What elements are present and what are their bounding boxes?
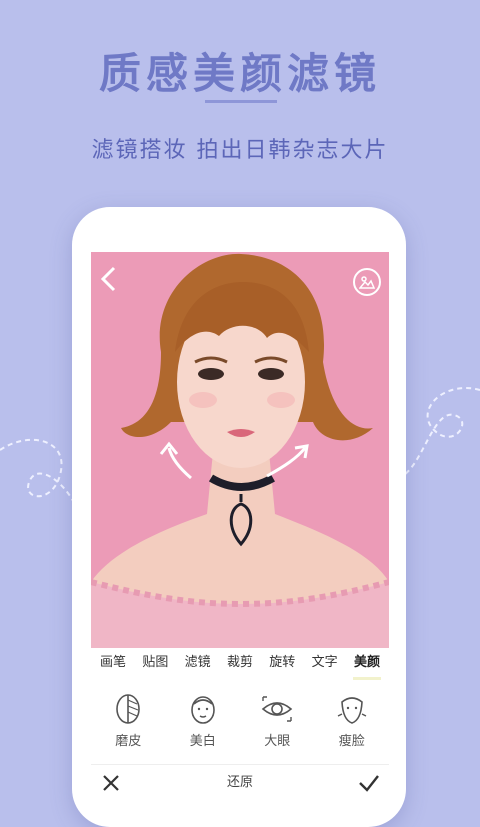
back-button[interactable] — [99, 266, 125, 296]
tab-text[interactable]: 文字 — [305, 648, 345, 678]
headline-underline — [205, 100, 277, 103]
tool-big-eye[interactable]: 大眼 — [247, 692, 307, 762]
photo-canvas[interactable] — [91, 252, 389, 648]
slim-face-icon — [337, 697, 367, 724]
editor-screen: 画笔 贴图 滤镜 裁剪 旋转 文字 美颜 磨皮 美白 大眼 瘦脸 还原 — [91, 252, 389, 800]
tool-label: 瘦脸 — [338, 734, 365, 749]
chevron-left-icon — [100, 266, 116, 292]
tab-filter[interactable]: 滤镜 — [178, 648, 218, 678]
tab-crop[interactable]: 裁剪 — [220, 648, 260, 678]
right-decoration-curve — [404, 387, 480, 476]
check-icon[interactable] — [357, 771, 381, 795]
gallery-button[interactable] — [353, 268, 381, 296]
tab-rotate[interactable]: 旋转 — [262, 648, 302, 678]
tool-label: 美白 — [189, 734, 216, 749]
left-decoration-curve — [0, 438, 80, 521]
portrait-illustration — [91, 253, 389, 648]
tool-label: 大眼 — [264, 734, 291, 749]
beauty-tools: 磨皮 美白 大眼 瘦脸 — [91, 692, 389, 762]
smooth-skin-icon — [116, 694, 141, 724]
whiten-face-icon — [190, 696, 215, 724]
undo-button[interactable]: 还原 — [91, 765, 389, 800]
image-icon — [359, 276, 375, 289]
tool-smooth-skin[interactable]: 磨皮 — [98, 692, 158, 762]
tool-slim-face[interactable]: 瘦脸 — [322, 692, 382, 762]
bottom-action-bar: 还原 — [91, 764, 389, 800]
tab-sticker[interactable]: 贴图 — [135, 648, 175, 678]
big-eye-icon — [262, 696, 293, 722]
promo-headline: 质感美颜滤镜 — [98, 49, 381, 98]
editor-tabs: 画笔 贴图 滤镜 裁剪 旋转 文字 美颜 — [91, 648, 389, 680]
tab-brush[interactable]: 画笔 — [93, 648, 133, 678]
tool-whiten[interactable]: 美白 — [173, 692, 233, 762]
tab-beauty[interactable]: 美颜 — [347, 648, 387, 680]
tool-label: 磨皮 — [115, 734, 142, 749]
promo-subtitle: 滤镜搭妆 拍出日韩杂志大片 — [91, 138, 389, 163]
